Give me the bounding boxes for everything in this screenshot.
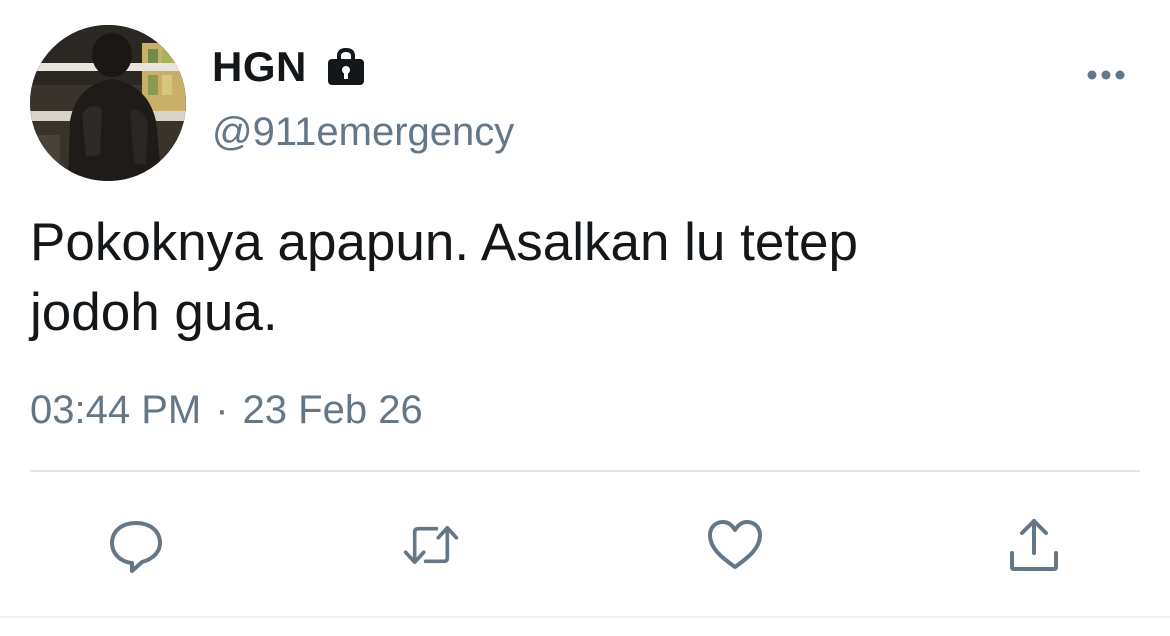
- more-dots-icon[interactable]: [1080, 60, 1132, 90]
- avatar-photo: [30, 25, 186, 181]
- divider: [30, 470, 1140, 472]
- like-button[interactable]: [706, 516, 764, 574]
- retweet-icon: [403, 525, 459, 565]
- tweet-card: HGN @911emergency Pokoknya apapun. Asalk…: [0, 0, 1170, 636]
- lock-icon: [325, 46, 367, 88]
- reply-bubble-icon: [110, 521, 162, 573]
- share-upload-icon: [1010, 519, 1058, 571]
- tweet-timestamp[interactable]: 03:44 PM · 23 Feb 26: [30, 388, 423, 433]
- avatar[interactable]: [30, 25, 186, 181]
- tweet-time: 03:44 PM: [30, 388, 202, 432]
- author-name-row: HGN: [212, 40, 367, 94]
- tweet-date: 23 Feb 26: [242, 388, 423, 432]
- tweet-text: Pokoknya apapun. Asalkan lu tetep jodoh …: [30, 208, 1130, 348]
- display-name[interactable]: HGN: [212, 43, 307, 91]
- retweet-button[interactable]: [402, 516, 460, 574]
- heart-icon: [708, 520, 762, 569]
- tweet-text-line: jodoh gua.: [30, 283, 278, 342]
- author-handle[interactable]: @911emergency: [212, 110, 514, 155]
- share-button[interactable]: [1005, 516, 1063, 574]
- tweet-text-line: Pokoknya apapun. Asalkan lu tetep: [30, 213, 858, 272]
- timestamp-separator: ·: [215, 388, 229, 432]
- bottom-divider: [0, 616, 1170, 618]
- reply-button[interactable]: [107, 516, 165, 574]
